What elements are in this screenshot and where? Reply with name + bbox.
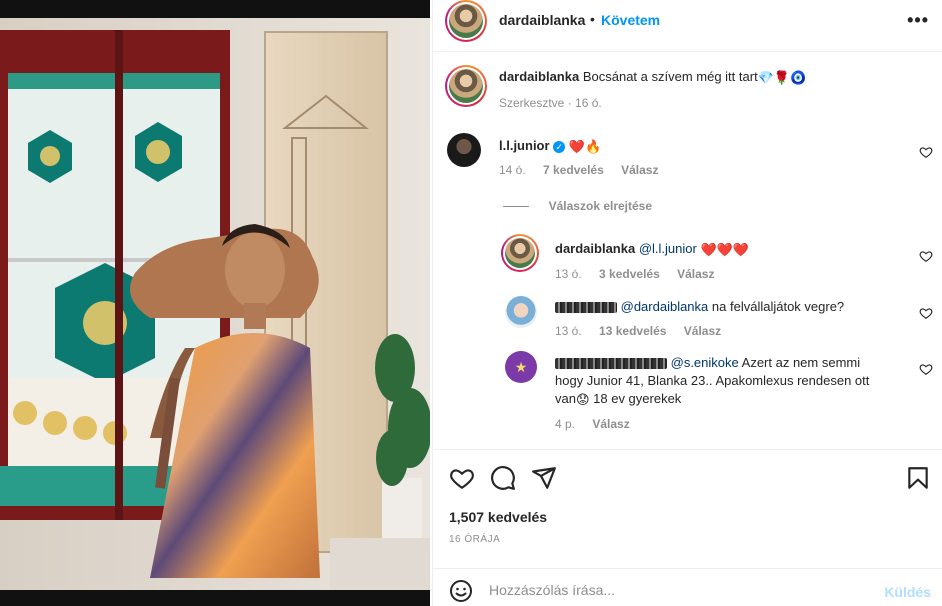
- reply-text-line1: Azert az nem semmi: [741, 355, 861, 370]
- hide-replies-label: Válaszok elrejtése: [548, 199, 653, 213]
- reply-time: 13 ó.: [555, 267, 582, 281]
- caption-emojis: 💎🌹🧿: [757, 69, 807, 85]
- reply-avatar[interactable]: [501, 234, 539, 272]
- share-icon[interactable]: [531, 465, 557, 491]
- reply-text: na felvállaljátok vegre?: [711, 299, 845, 314]
- photo-letterbox-top: [0, 0, 430, 18]
- comment-likes[interactable]: 7 kedvelés: [543, 163, 604, 177]
- reply-item: ★ @s.enikoke Azert az nem semmi hogy Jun…: [433, 349, 942, 439]
- reply-avatar[interactable]: ★: [505, 351, 537, 383]
- reply-avatar[interactable]: [505, 296, 537, 328]
- emoji-icon[interactable]: [449, 579, 473, 603]
- reply-username[interactable]: dardaiblanka: [555, 241, 635, 256]
- photo-letterbox-bottom: [0, 590, 430, 606]
- caption-avatar[interactable]: [445, 65, 487, 107]
- reply-text-line3: van: [555, 391, 576, 406]
- comment-like-heart-icon[interactable]: [919, 145, 933, 159]
- post-actions: 1,507 kedvelés 16 ÓRÁJA: [433, 449, 942, 545]
- caption-username[interactable]: dardaiblanka: [499, 69, 579, 84]
- reply-text-line2: hogy Junior 41, Blanka 23.. Apakomlexus …: [555, 373, 870, 388]
- reply-time: 4 p.: [555, 417, 576, 431]
- comment-composer: Küldés: [433, 568, 942, 606]
- commenter-username[interactable]: l.l.junior: [499, 138, 550, 153]
- caption-meta: Szerkesztve · 16 ó.: [499, 96, 602, 110]
- reply-time: 13 ó.: [555, 324, 582, 338]
- author-username[interactable]: dardaiblanka: [499, 12, 585, 28]
- post-image: [0, 18, 430, 590]
- reply-item: dardaiblanka @l.l.junior ❤️❤️❤️ 13 ó. 3 …: [433, 234, 942, 286]
- reply-text-line3-tail: 18 ev gyerekek: [589, 391, 682, 406]
- follow-button[interactable]: Követem: [601, 12, 660, 28]
- reply-button[interactable]: Válasz: [621, 163, 658, 177]
- reply-mention[interactable]: @s.enikoke: [671, 355, 739, 370]
- reply-button[interactable]: Válasz: [677, 267, 714, 281]
- like-count[interactable]: 1,507 kedvelés: [449, 509, 547, 525]
- caption: dardaiblanka Bocsánat a szívem még itt t…: [433, 53, 942, 119]
- reply-mention[interactable]: @dardaiblanka: [621, 299, 709, 314]
- reply-mention[interactable]: @l.l.junior: [639, 241, 697, 256]
- separator-dot: •: [590, 11, 595, 27]
- caption-text: Bocsánat a szívem még itt tart: [582, 69, 758, 84]
- reply-like-heart-icon[interactable]: [919, 362, 933, 376]
- more-options-icon[interactable]: •••: [907, 10, 929, 31]
- reply-like-heart-icon[interactable]: [919, 249, 933, 263]
- post-side-panel: dardaiblanka • Követem ••• dardaiblanka …: [432, 0, 942, 606]
- reply-like-heart-icon[interactable]: [919, 306, 933, 320]
- reply-likes[interactable]: 3 kedvelés: [599, 267, 660, 281]
- hide-replies-toggle[interactable]: Válaszok elrejtése: [503, 198, 652, 214]
- verified-badge-icon: ✓: [553, 140, 566, 153]
- comment-list[interactable]: dardaiblanka Bocsánat a szívem még itt t…: [433, 53, 942, 448]
- reply-button[interactable]: Válasz: [592, 417, 629, 431]
- post-time[interactable]: 16 ÓRÁJA: [449, 534, 500, 545]
- blurred-username: [555, 302, 617, 314]
- reply-button[interactable]: Válasz: [684, 324, 721, 338]
- like-heart-icon[interactable]: [449, 465, 475, 491]
- worried-emoji: 😟: [575, 391, 590, 407]
- send-comment-button[interactable]: Küldés: [884, 584, 931, 600]
- comment-time: 14 ó.: [499, 163, 526, 177]
- post-header: dardaiblanka • Követem •••: [433, 0, 942, 52]
- comment-item: l.l.junior ✓ ❤️🔥 14 ó. 7 kedvelés Válasz: [433, 131, 942, 187]
- reply-item: @dardaiblanka na felvállaljátok vegre? 1…: [433, 294, 942, 346]
- commenter-avatar[interactable]: [447, 133, 481, 167]
- bookmark-icon[interactable]: [905, 465, 931, 491]
- comment-text: ❤️🔥: [568, 138, 602, 154]
- post-photo[interactable]: [0, 0, 430, 606]
- reply-likes[interactable]: 13 kedvelés: [599, 324, 666, 338]
- blurred-username: [555, 358, 667, 370]
- comment-input[interactable]: [489, 575, 869, 605]
- author-avatar[interactable]: [445, 0, 487, 42]
- reply-text: ❤️❤️❤️: [700, 241, 750, 257]
- comment-icon[interactable]: [490, 465, 516, 491]
